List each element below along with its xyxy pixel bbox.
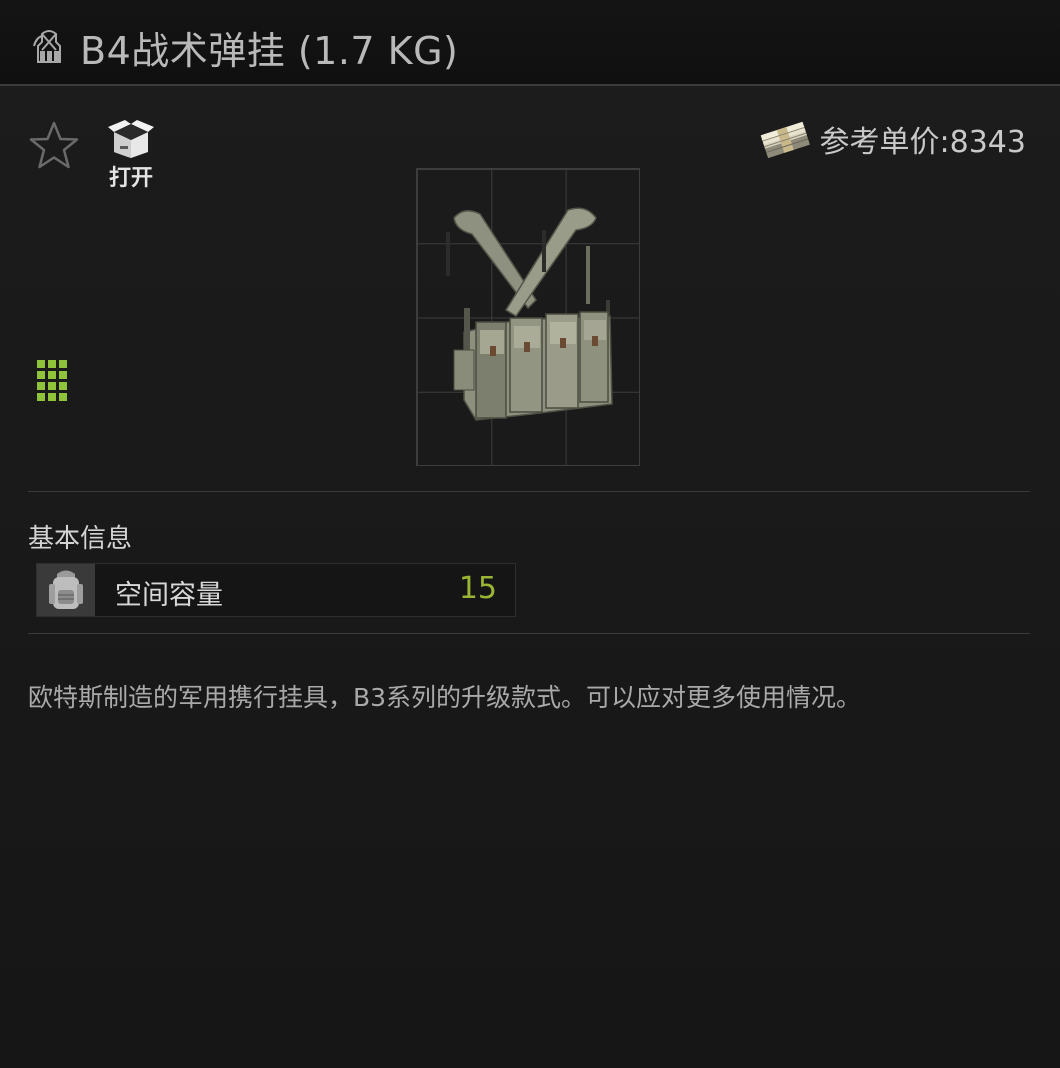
stat-row-capacity: 空间容量 15 (36, 563, 516, 617)
star-icon[interactable] (28, 120, 80, 172)
title-bar[interactable]: B4战术弹挂 (1.7 KG) (0, 0, 1060, 86)
open-label: 打开 (108, 166, 153, 191)
divider-bottom (28, 633, 1030, 634)
chest-rig-image[interactable] (436, 200, 620, 436)
item-description: 欧特斯制造的军用携行挂具，B3系列的升级款式。可以应对更多使用情况。 (28, 683, 862, 712)
stat-icon-box (37, 564, 95, 616)
rig-icon (33, 30, 61, 63)
section-title-basic-info: 基本信息 (28, 524, 133, 554)
open-button[interactable]: 打开 (100, 118, 162, 191)
divider-top (28, 491, 1030, 492)
money-stack-icon (760, 121, 810, 159)
reference-price: 参考单价:8343 (760, 118, 1026, 160)
item-size-grid-icon (37, 360, 67, 401)
open-box-icon (108, 120, 154, 158)
window-title: B4战术弹挂 (1.7 KG) (80, 29, 459, 73)
backpack-icon (49, 570, 83, 609)
price-label: 参考单价:8343 (819, 125, 1026, 160)
stat-value-capacity: 15 (458, 571, 497, 606)
stat-label-capacity: 空间容量 (115, 580, 223, 611)
item-inspect-window: B4战术弹挂 (1.7 KG) 打开 参考单价:8343 基本信息 空间容量 1… (0, 0, 1060, 1068)
